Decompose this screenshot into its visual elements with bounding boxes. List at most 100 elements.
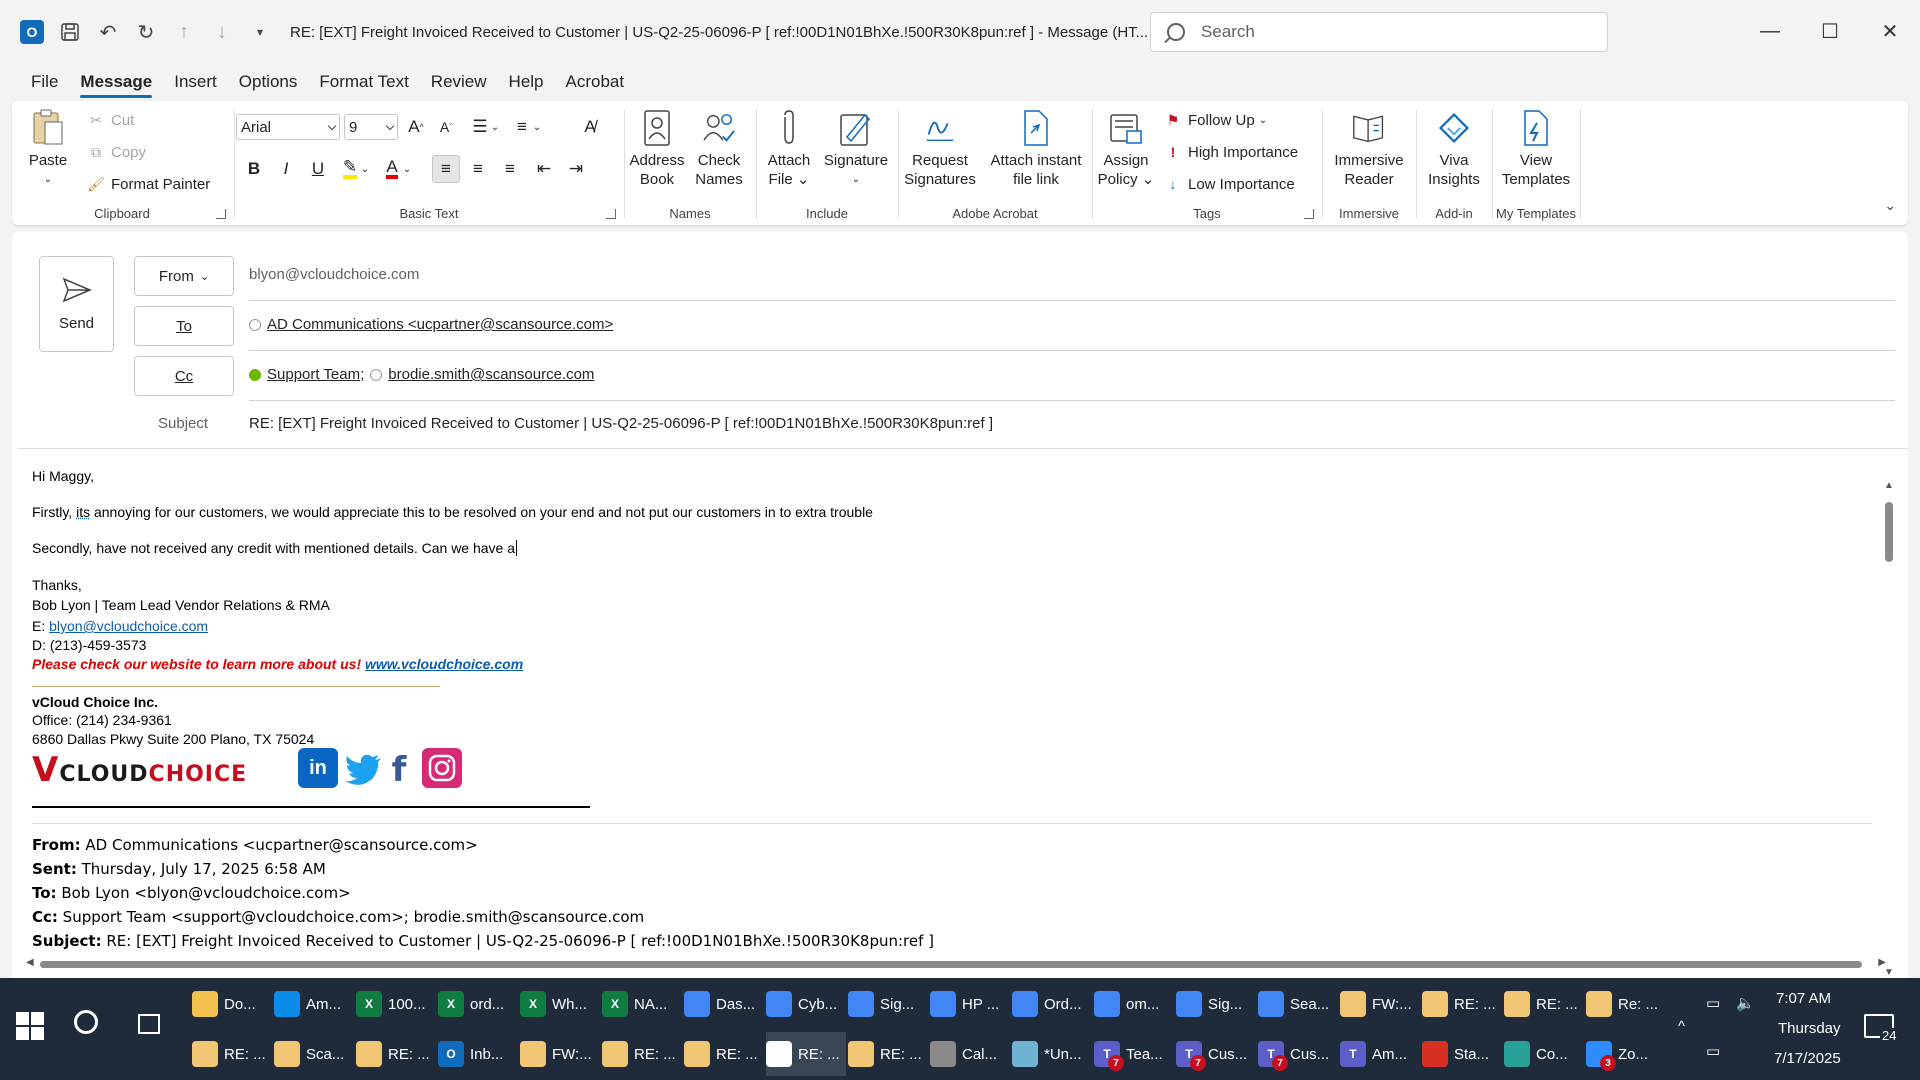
taskbar-app-button[interactable]: RE: ... [848, 1032, 928, 1076]
linkedin-icon[interactable]: in [298, 748, 338, 788]
taskbar-app-button[interactable]: Sca... [274, 1032, 354, 1076]
attach-instant-link-button[interactable]: Attach instant file link [984, 109, 1088, 189]
low-importance-button[interactable]: ↓ Low Importance [1164, 175, 1295, 193]
taskbar-app-button[interactable]: RE: ... [1504, 982, 1584, 1026]
increase-indent-button[interactable]: ⇥ [562, 155, 590, 183]
cc-recipient-support-team[interactable]: Support Team; [267, 366, 364, 383]
font-size-select[interactable]: 9 [344, 114, 398, 140]
check-names-button[interactable]: Check Names [688, 109, 750, 189]
taskbar-app-button[interactable]: O Inb... [438, 1032, 518, 1076]
highlight-dropdown-icon[interactable]: ⌄ [358, 155, 372, 183]
paste-button[interactable]: Paste ⌄ [28, 109, 68, 189]
start-button[interactable] [16, 1012, 44, 1040]
scroll-up-icon[interactable]: ▲ [1884, 480, 1894, 491]
view-templates-button[interactable]: View Templates [1494, 109, 1578, 189]
format-painter-button[interactable]: 🖌 Format Painter [87, 175, 210, 193]
taskbar-app-button[interactable]: T 7 Cus... [1176, 1032, 1256, 1076]
align-center-button[interactable]: ≡ [464, 155, 492, 183]
maximize-button[interactable]: ☐ [1800, 0, 1860, 62]
subject-input[interactable]: RE: [EXT] Freight Invoiced Received to C… [249, 415, 993, 432]
taskbar-app-button[interactable]: RE: ... [684, 1032, 764, 1076]
taskbar-app-button[interactable]: Cal... [930, 1032, 1010, 1076]
taskbar-app-button[interactable]: FW:... [1340, 982, 1420, 1026]
redo-icon[interactable]: ↻ [134, 20, 158, 44]
tab-format-text[interactable]: Format Text [308, 64, 419, 100]
scroll-right-icon[interactable]: ▶ [1878, 957, 1886, 968]
clock-time[interactable]: 7:07 AM [1776, 990, 1831, 1007]
attach-file-button[interactable]: Attach File ⌄ [764, 109, 814, 189]
taskbar-app-button[interactable]: X Wh... [520, 982, 600, 1026]
previous-item-icon[interactable]: ↑ [172, 20, 196, 44]
italic-button[interactable]: I [272, 155, 300, 183]
basic-text-launcher-icon[interactable] [606, 209, 616, 219]
taskbar-app-button[interactable]: Das... [684, 982, 764, 1026]
facebook-icon[interactable]: f [386, 750, 412, 790]
clear-formatting-button[interactable]: A̸ [576, 113, 604, 141]
to-field[interactable]: AD Communications <ucpartner@scansource.… [249, 316, 613, 333]
tab-help[interactable]: Help [498, 64, 555, 100]
shrink-font-button[interactable]: Aˇ [432, 113, 460, 141]
network-icon[interactable]: ▭ [1706, 1042, 1720, 1060]
cc-recipient-brodie[interactable]: brodie.smith@scansource.com [388, 366, 594, 383]
high-importance-button[interactable]: ! High Importance [1164, 143, 1298, 161]
tab-options[interactable]: Options [228, 64, 309, 100]
cc-button[interactable]: Cc [134, 356, 234, 396]
taskbar-app-button[interactable]: X NA... [602, 982, 682, 1026]
cc-field[interactable]: Support Team; brodie.smith@scansource.co… [249, 366, 594, 383]
address-book-button[interactable]: Address Book [626, 109, 688, 189]
taskbar-app-button[interactable]: Co... [1504, 1032, 1584, 1076]
font-color-dropdown-icon[interactable]: ⌄ [400, 155, 414, 183]
decrease-indent-button[interactable]: ⇤ [530, 155, 558, 183]
volume-icon[interactable]: 🔈 [1736, 994, 1755, 1012]
close-button[interactable]: ✕ [1860, 0, 1920, 62]
taskbar-app-button[interactable]: Ord... [1012, 982, 1092, 1026]
taskbar-app-button[interactable]: Cyb... [766, 982, 846, 1026]
vertical-scrollbar[interactable]: ▲ ▼ [1882, 480, 1896, 978]
to-recipient[interactable]: AD Communications <ucpartner@scansource.… [267, 316, 613, 333]
taskbar-app-button[interactable]: Sta... [1422, 1032, 1502, 1076]
clock-day[interactable]: Thursday [1778, 1020, 1841, 1037]
taskbar-app-button[interactable]: Sea... [1258, 982, 1338, 1026]
save-icon[interactable] [58, 20, 82, 44]
taskbar-app-button[interactable]: FW:... [520, 1032, 600, 1076]
tab-message[interactable]: Message [69, 64, 163, 100]
tab-file[interactable]: File [20, 64, 69, 100]
task-view-icon[interactable] [138, 1014, 160, 1034]
underline-button[interactable]: U [304, 155, 332, 183]
bold-button[interactable]: B [240, 155, 268, 183]
to-button[interactable]: To [134, 306, 234, 346]
font-name-select[interactable]: Arial [236, 114, 340, 140]
taskbar-app-button[interactable]: 3 Zo... [1586, 1032, 1666, 1076]
from-button[interactable]: From ⌄ [134, 256, 234, 296]
taskbar-app-button[interactable]: X 100... [356, 982, 436, 1026]
minimize-button[interactable]: — [1740, 0, 1800, 62]
align-left-button[interactable]: ≡ [432, 155, 460, 183]
sig-website-link[interactable]: www.vcloudchoice.com [365, 656, 523, 672]
taskbar-app-button[interactable]: RE: ... [766, 1032, 846, 1076]
clock-date[interactable]: 7/17/2025 [1774, 1050, 1841, 1067]
grow-font-button[interactable]: A ^ [402, 113, 430, 141]
taskbar-app-button[interactable]: *Un... [1012, 1032, 1092, 1076]
tab-acrobat[interactable]: Acrobat [555, 64, 636, 100]
battery-icon[interactable]: ▭ [1706, 994, 1720, 1012]
numbering-dropdown-icon[interactable]: ⌄ [530, 113, 544, 141]
taskbar-app-button[interactable]: Sig... [1176, 982, 1256, 1026]
search-taskbar-icon[interactable] [74, 1010, 98, 1034]
copy-button[interactable]: ⧉ Copy [87, 143, 146, 161]
undo-icon[interactable]: ↶ [96, 20, 120, 44]
next-item-icon[interactable]: ↓ [210, 20, 234, 44]
cut-button[interactable]: ✂ Cut [87, 111, 134, 129]
horizontal-scroll-thumb[interactable] [40, 961, 1862, 968]
vertical-scroll-thumb[interactable] [1885, 502, 1893, 562]
taskbar-app-button[interactable]: HP ... [930, 982, 1010, 1026]
follow-up-button[interactable]: ⚑ Follow Up ⌄ [1164, 111, 1267, 129]
taskbar-app-button[interactable]: Re: ... [1586, 982, 1666, 1026]
tags-launcher-icon[interactable] [1304, 209, 1314, 219]
send-button[interactable]: Send [39, 256, 114, 352]
instagram-icon[interactable] [422, 748, 462, 788]
taskbar-app-button[interactable]: RE: ... [356, 1032, 436, 1076]
tab-review[interactable]: Review [420, 64, 498, 100]
taskbar-app-button[interactable]: Sig... [848, 982, 928, 1026]
viva-insights-button[interactable]: Viva Insights [1422, 109, 1486, 189]
signature-button[interactable]: Signature ⌄ [820, 109, 892, 189]
